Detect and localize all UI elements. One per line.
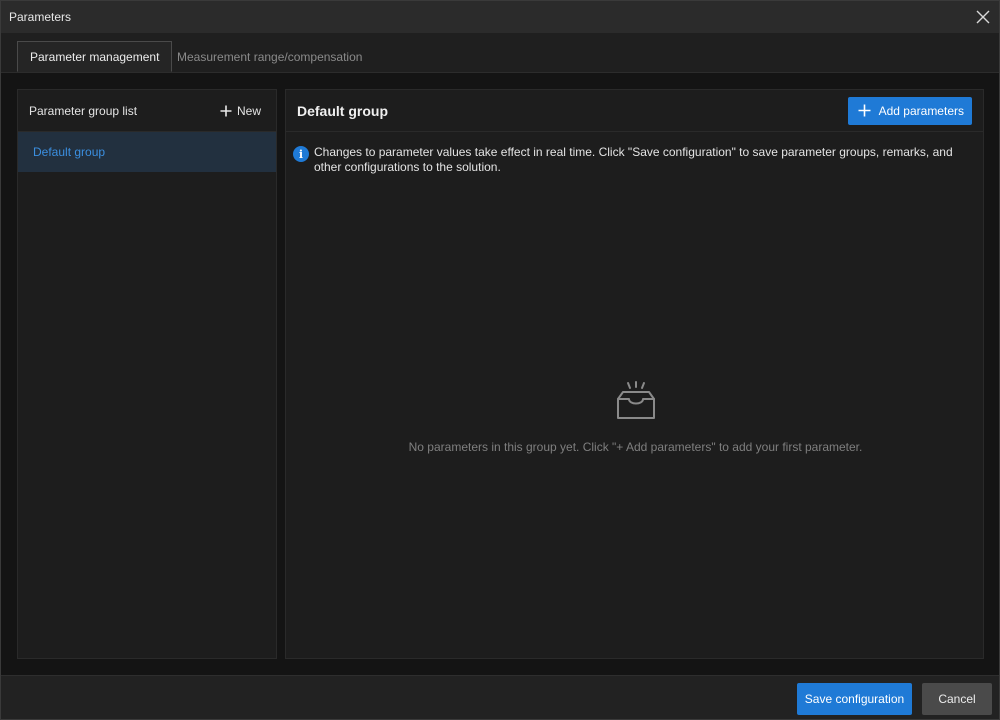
add-parameters-button[interactable]: Add parameters (847, 96, 972, 125)
parameter-group-list-title: Parameter group list (29, 103, 138, 118)
window-title: Parameters (9, 10, 72, 24)
close-icon (976, 10, 990, 24)
parameter-detail-panel: Default group Add parameters i Changes t… (285, 89, 984, 659)
save-configuration-button[interactable]: Save configuration (797, 683, 912, 715)
empty-message: No parameters in this group yet. Click "… (408, 440, 863, 454)
plus-icon (220, 105, 232, 116)
tab-label: Parameter management (30, 49, 160, 64)
title-bar: Parameters (1, 1, 999, 33)
close-button[interactable] (973, 7, 993, 27)
cancel-label: Cancel (938, 692, 976, 706)
new-group-label: New (236, 103, 261, 118)
cancel-button[interactable]: Cancel (922, 683, 992, 715)
tab-parameter-management[interactable]: Parameter management (17, 41, 173, 72)
info-notice: i Changes to parameter values take effec… (293, 145, 973, 175)
tab-bar: Parameter management Measurement range/c… (1, 33, 999, 73)
group-item-label: Default group (33, 145, 106, 159)
new-group-button[interactable]: New (220, 104, 261, 118)
empty-inbox-icon (616, 381, 655, 419)
tab-content: Parameter group list New Default group D… (1, 73, 999, 675)
plus-icon (858, 104, 871, 117)
group-title: Default group (297, 102, 388, 119)
parameter-group-panel: Parameter group list New Default group (17, 89, 277, 659)
parameter-group-header: Parameter group list New (18, 90, 276, 132)
dialog-footer: Save configuration Cancel (1, 675, 999, 719)
tab-measurement-range-compensation[interactable]: Measurement range/compensation (165, 41, 374, 72)
group-header: Default group Add parameters (286, 90, 983, 132)
tab-label: Measurement range/compensation (177, 49, 363, 64)
empty-state: No parameters in this group yet. Click "… (286, 380, 985, 454)
save-configuration-label: Save configuration (804, 692, 905, 706)
info-icon: i (293, 146, 309, 162)
add-parameters-label: Add parameters (878, 103, 964, 118)
info-text: Changes to parameter values take effect … (314, 145, 953, 174)
group-item-default[interactable]: Default group (18, 132, 276, 172)
parameters-dialog: Parameters Parameter management Measurem… (0, 0, 1000, 720)
